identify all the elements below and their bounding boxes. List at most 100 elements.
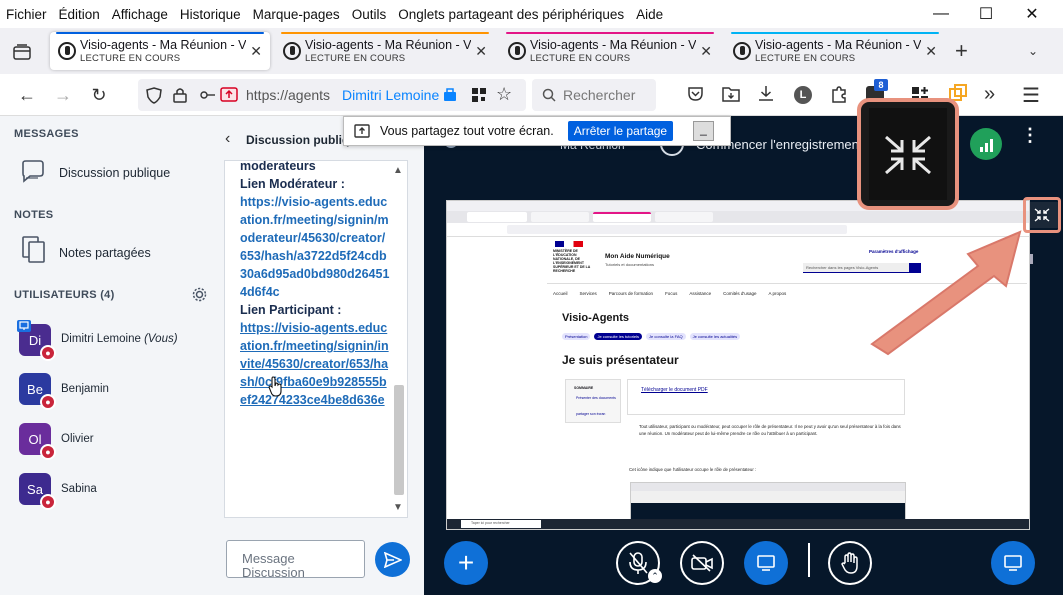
chat-scrollbar[interactable]: ▲ ▼ bbox=[391, 165, 405, 513]
scroll-thumb[interactable] bbox=[394, 385, 404, 495]
message-input-placeholder: Message Discussion bbox=[242, 551, 305, 578]
monitor-icon bbox=[1004, 555, 1022, 571]
notes-document-icon bbox=[22, 236, 45, 263]
reload-button[interactable]: ↻ bbox=[86, 82, 112, 108]
side-scroll-indicator bbox=[1030, 254, 1033, 264]
tab-visio-1[interactable]: Visio-agents - Ma Réunion - Vis LECTURE E… bbox=[50, 32, 270, 70]
moderator-link-label: Lien Modérateur : bbox=[240, 177, 345, 191]
permissions-icon[interactable] bbox=[200, 89, 216, 101]
user-item-dimitri[interactable]: Di ● Dimitri Lemoine (Vous) bbox=[0, 318, 213, 362]
tab-visio-4[interactable]: Visio-agents - Ma Réunion - Vis LECTURE E… bbox=[725, 32, 945, 70]
user-name: Benjamin bbox=[61, 383, 109, 395]
account-avatar[interactable]: L bbox=[794, 86, 812, 104]
tab-manager-icon[interactable] bbox=[10, 40, 34, 64]
downloads-icon[interactable] bbox=[758, 85, 774, 102]
more-options-icon[interactable]: ⋮ bbox=[1021, 126, 1039, 144]
pointer-arrow-icon bbox=[870, 230, 1022, 356]
extension-badge: 8 bbox=[874, 79, 888, 91]
shared-taskbar: Taper ici pour rechercher bbox=[447, 519, 1029, 529]
menu-tools[interactable]: Outils bbox=[352, 7, 387, 22]
tab-title: Visio-agents - Ma Réunion - Vis bbox=[755, 38, 922, 52]
shared-notes-label: Notes partagées bbox=[59, 246, 151, 260]
chat-messages[interactable]: moderateurs Lien Modérateur : https://vi… bbox=[224, 160, 408, 518]
menu-device-sharing-tabs[interactable]: Onglets partageant des périphériques bbox=[398, 7, 624, 22]
menu-edit[interactable]: Édition bbox=[59, 7, 100, 22]
chat-title[interactable]: Discussion publiq bbox=[246, 133, 349, 147]
send-message-button[interactable] bbox=[375, 542, 410, 577]
bookmark-star-icon[interactable]: ☆ bbox=[496, 84, 512, 105]
close-window-button[interactable]: ✕ bbox=[1008, 0, 1056, 28]
user-item-sabina[interactable]: Sa ● Sabina bbox=[0, 468, 213, 512]
presentation-toggle-button[interactable] bbox=[991, 541, 1035, 585]
toolbar-divider bbox=[808, 543, 810, 577]
menu-bookmarks[interactable]: Marque-pages bbox=[253, 7, 340, 22]
close-tab-icon[interactable]: ✕ bbox=[700, 43, 712, 60]
menu-file[interactable]: Fichier bbox=[6, 7, 47, 22]
raise-hand-button[interactable] bbox=[828, 541, 872, 585]
moderator-badge-icon: ● bbox=[40, 494, 56, 510]
minimize-banner-button[interactable]: _ bbox=[693, 121, 714, 141]
tab-visio-2[interactable]: Visio-agents - Ma Réunion - Vis LECTURE E… bbox=[275, 32, 495, 70]
pocket-icon[interactable] bbox=[687, 86, 704, 102]
avatar-initials: Sa bbox=[27, 481, 43, 497]
audio-playing-icon bbox=[508, 42, 526, 60]
minimize-window-button[interactable]: — bbox=[917, 0, 965, 28]
nested-screenshot bbox=[630, 482, 906, 521]
notes-heading: NOTES bbox=[14, 209, 54, 221]
public-chat-item[interactable]: Discussion publique bbox=[0, 154, 213, 190]
actions-plus-button[interactable]: + bbox=[444, 541, 488, 585]
collapse-arrows-icon bbox=[885, 135, 931, 175]
maximize-window-button[interactable]: ☐ bbox=[962, 0, 1010, 28]
stop-sharing-button[interactable]: Arrêter le partage bbox=[567, 121, 674, 141]
chat-bubble-icon bbox=[22, 160, 44, 183]
search-bar[interactable]: Rechercher bbox=[532, 79, 656, 111]
new-tab-button[interactable]: + bbox=[955, 40, 968, 62]
close-tab-icon[interactable]: ✕ bbox=[475, 43, 487, 60]
lock-icon[interactable] bbox=[173, 87, 187, 103]
users-heading: UTILISATEURS (4) bbox=[14, 289, 115, 301]
user-item-benjamin[interactable]: Be ● Benjamin bbox=[0, 368, 213, 412]
monitor-icon bbox=[757, 555, 775, 571]
hamburger-menu-icon[interactable]: ☰ bbox=[1022, 83, 1040, 108]
overflow-chevron-icon[interactable]: » bbox=[984, 83, 995, 106]
screen-sharing-indicator-icon[interactable] bbox=[220, 87, 238, 103]
messages-heading: MESSAGES bbox=[14, 128, 79, 140]
url-bar[interactable]: https://agents Dimitri Lemoine ☆ bbox=[138, 79, 526, 111]
participant-link[interactable]: https://visio-agents.education.fr/meetin… bbox=[240, 319, 390, 409]
message-input[interactable]: Message Discussion bbox=[226, 540, 365, 578]
moderator-link[interactable]: https://visio-agents.education.fr/meetin… bbox=[240, 193, 390, 301]
audio-options-chevron-icon[interactable]: ⌃ bbox=[648, 569, 662, 583]
zoom-callout bbox=[857, 98, 959, 210]
list-all-tabs-icon[interactable]: ⌄ bbox=[1028, 44, 1038, 58]
forward-button[interactable]: → bbox=[50, 82, 76, 108]
url-text[interactable]: https://agents bbox=[246, 87, 330, 103]
menu-history[interactable]: Historique bbox=[180, 7, 241, 22]
tab-container-line bbox=[56, 32, 264, 34]
close-tab-icon[interactable]: ✕ bbox=[250, 43, 262, 60]
user-list-panel: MESSAGES Discussion publique NOTES Notes… bbox=[0, 116, 213, 595]
close-tab-icon[interactable]: ✕ bbox=[925, 43, 937, 60]
tab-title: Visio-agents - Ma Réunion - Vis bbox=[530, 38, 697, 52]
save-to-folder-icon[interactable] bbox=[722, 85, 740, 102]
ministry-name: MINISTÈRE DE L'ÉDUCATION NATIONALE, DE L… bbox=[553, 249, 591, 273]
tab-title: Visio-agents - Ma Réunion - Vis bbox=[80, 38, 247, 52]
menu-help[interactable]: Aide bbox=[636, 7, 663, 22]
extensions-puzzle-icon[interactable] bbox=[830, 85, 848, 103]
back-button[interactable]: ← bbox=[14, 82, 40, 108]
shared-notes-item[interactable]: Notes partagées bbox=[0, 234, 213, 270]
public-chat-label: Discussion publique bbox=[59, 166, 171, 180]
screen-share-button[interactable] bbox=[744, 541, 788, 585]
scroll-down-icon[interactable]: ▼ bbox=[393, 502, 403, 513]
tracking-protection-icon[interactable] bbox=[146, 87, 162, 104]
chevron-left-icon[interactable]: ‹ bbox=[225, 130, 230, 148]
menu-view[interactable]: Affichage bbox=[112, 7, 168, 22]
gear-icon[interactable] bbox=[192, 287, 207, 302]
moderator-badge-icon: ● bbox=[40, 444, 56, 460]
tab-visio-3[interactable]: Visio-agents - Ma Réunion - Vis LECTURE E… bbox=[500, 32, 720, 70]
qr-code-icon[interactable] bbox=[472, 88, 486, 102]
connection-status-icon[interactable] bbox=[970, 128, 1002, 160]
tab-container-line bbox=[731, 32, 939, 34]
camera-button[interactable] bbox=[680, 541, 724, 585]
user-item-olivier[interactable]: Ol ● Olivier bbox=[0, 418, 213, 462]
scroll-up-icon[interactable]: ▲ bbox=[393, 165, 403, 176]
